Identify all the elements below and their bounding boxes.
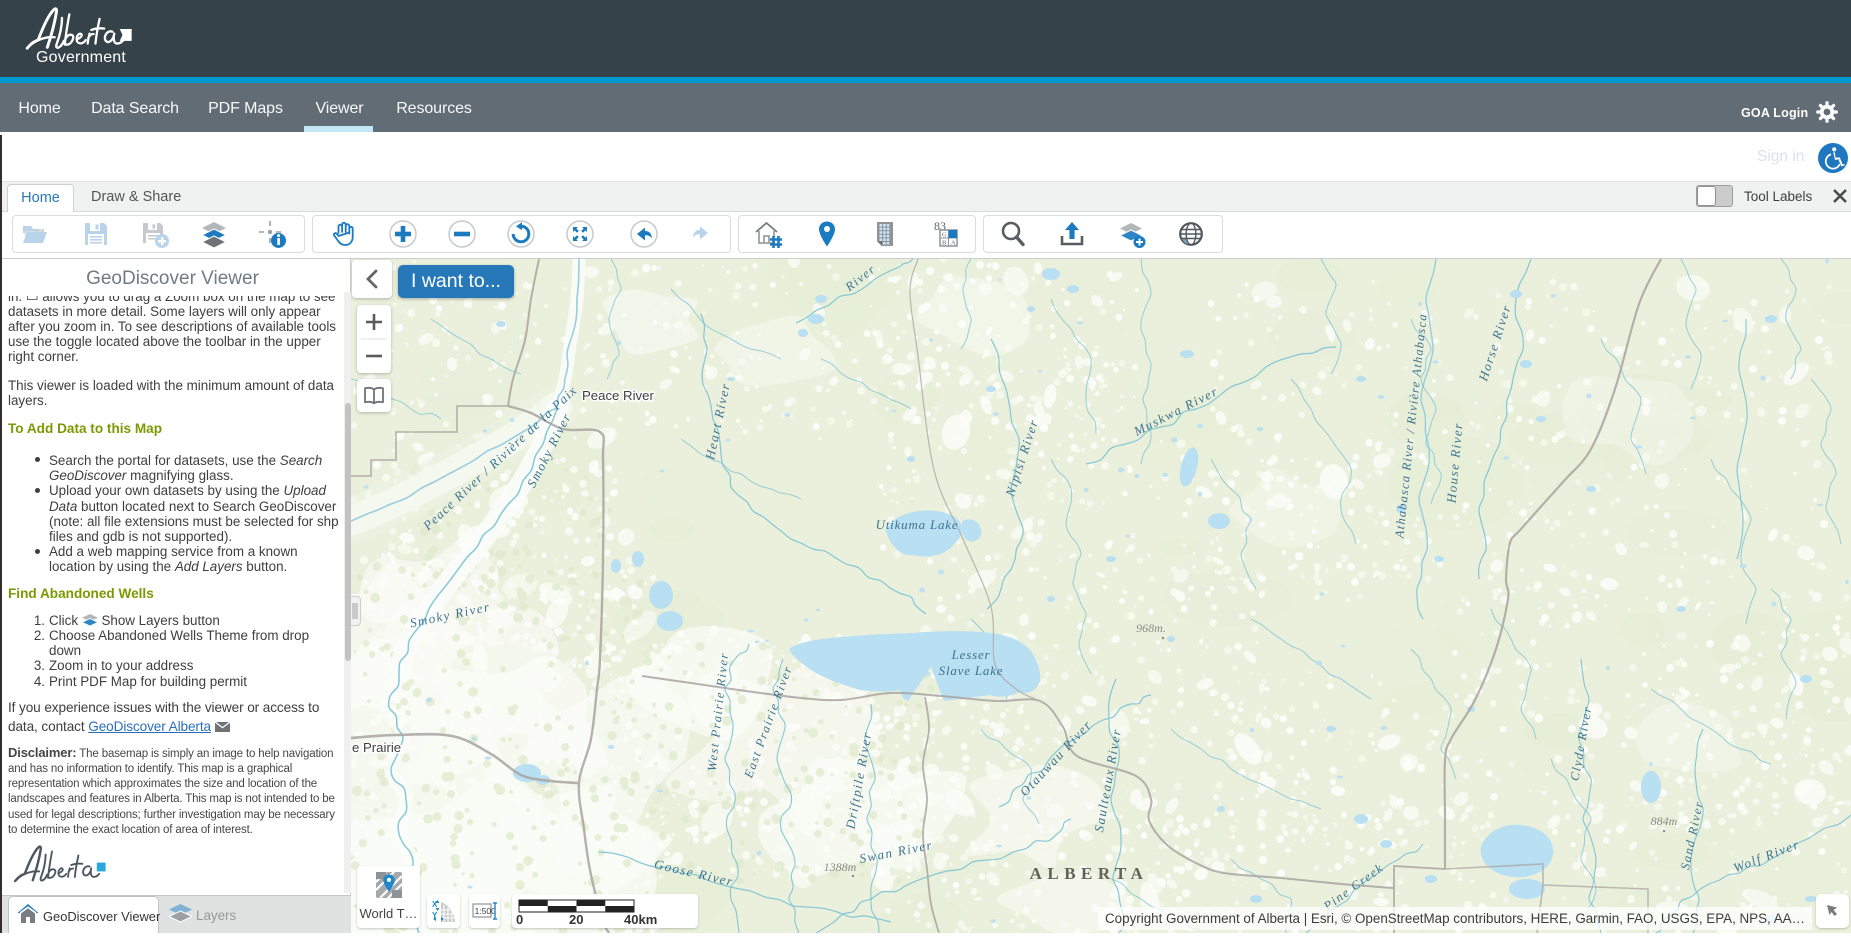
svg-text:884m: 884m	[1651, 814, 1678, 828]
svg-text:Utikuma Lake: Utikuma Lake	[876, 517, 959, 532]
svg-text:e Prairie: e Prairie	[352, 740, 401, 755]
svg-text:A: A	[951, 240, 956, 247]
svg-text:0: 0	[516, 912, 523, 927]
svg-text:40km: 40km	[624, 912, 657, 927]
svg-text:Slave Lake: Slave Lake	[939, 663, 1004, 678]
svg-text:ALBERTA: ALBERTA	[1030, 864, 1149, 883]
svg-text:G: G	[942, 232, 947, 239]
svg-text:Peace River: Peace River	[582, 388, 654, 403]
svg-text:1388m: 1388m	[824, 860, 857, 874]
svg-text:1:500: 1:500	[474, 906, 496, 916]
svg-text:B: B	[942, 240, 947, 247]
svg-text:Lesser: Lesser	[951, 647, 991, 662]
svg-text:20: 20	[569, 912, 583, 927]
svg-text:968m.: 968m.	[1136, 621, 1166, 635]
